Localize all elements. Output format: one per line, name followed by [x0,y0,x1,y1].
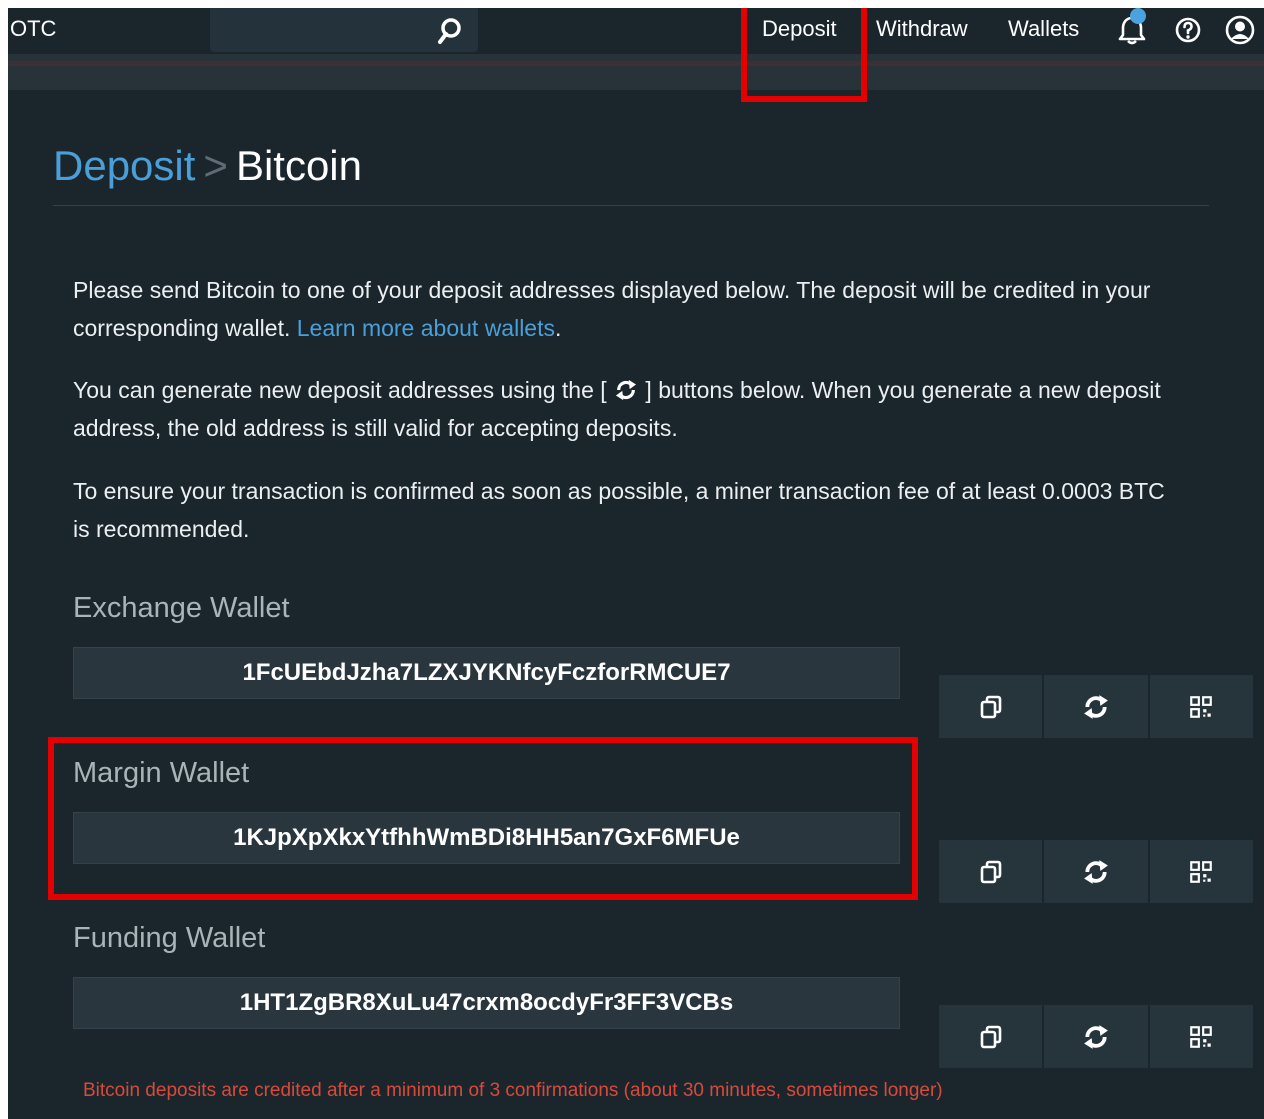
page-title: Deposit > Bitcoin [53,142,362,190]
qr-code-icon [1190,860,1213,883]
breadcrumb-current: Bitcoin [235,142,362,189]
exchange-wallet-actions [939,675,1253,738]
refresh-address-button[interactable] [1044,675,1150,738]
refresh-icon [615,379,637,401]
breadcrumb-separator: > [203,142,228,189]
margin-wallet-label: Margin Wallet [73,757,250,789]
qr-code-button[interactable] [1149,840,1253,903]
navbar-accent-line [8,61,1264,66]
qr-code-icon [1190,695,1213,718]
copy-button[interactable] [939,840,1045,903]
help-icon[interactable] [1172,14,1204,46]
copy-button[interactable] [939,675,1045,738]
qr-code-icon [1190,1025,1213,1048]
nav-wallets-link[interactable]: Wallets [1008,16,1079,42]
refresh-address-button[interactable] [1044,840,1150,903]
qr-code-button[interactable] [1149,1005,1253,1068]
exchange-wallet-label: Exchange Wallet [73,592,290,624]
notification-badge [1130,8,1146,24]
navbar-strip [8,54,1264,90]
nav-deposit-link[interactable]: Deposit [762,16,837,42]
refresh-address-button[interactable] [1044,1005,1150,1068]
top-navbar: OTC Deposit Withdraw Wallets [8,8,1264,54]
margin-wallet-actions [939,840,1253,903]
copy-icon [980,1025,1001,1048]
funding-wallet-address[interactable]: 1HT1ZgBR8XuLu47crxm8ocdyFr3FF3VCBs [73,977,900,1029]
refresh-icon [1084,859,1108,884]
copy-button[interactable] [939,1005,1045,1068]
user-icon[interactable] [1224,14,1256,46]
funding-wallet-label: Funding Wallet [73,922,266,954]
intro-text: Please send Bitcoin to one of your depos… [73,277,1151,341]
intro-paragraph-1: Please send Bitcoin to one of your depos… [73,271,1183,347]
margin-wallet-address[interactable]: 1KJpXpXkxYtfhhWmBDi8HH5an7GxF6MFUe [73,812,900,864]
search-icon[interactable] [437,16,467,46]
breadcrumb-deposit-link[interactable]: Deposit [53,142,195,189]
copy-icon [980,695,1001,718]
app-frame: OTC Deposit Withdraw Wallets Deposit > Bit… [8,8,1264,1119]
intro-period: . [555,315,562,341]
title-divider [53,205,1209,206]
intro-paragraph-3: To ensure your transaction is confirmed … [73,478,1165,542]
intro-paragraph-2: You can generate new deposit addresses u… [73,371,1183,447]
nav-withdraw-link[interactable]: Withdraw [876,16,968,42]
funding-wallet-actions [939,1005,1253,1068]
refresh-icon [1084,694,1108,719]
brand-label[interactable]: OTC [10,16,56,42]
copy-icon [980,860,1001,883]
generate-text-start: You can generate new deposit addresses u… [73,377,607,403]
confirmation-footnote: Bitcoin deposits are credited after a mi… [83,1080,943,1101]
refresh-icon [1084,1024,1108,1049]
learn-more-link[interactable]: Learn more about wallets [297,315,555,341]
exchange-wallet-address[interactable]: 1FcUEbdJzha7LZXJYKNfcyFczforRMCUE7 [73,647,900,699]
qr-code-button[interactable] [1149,675,1253,738]
